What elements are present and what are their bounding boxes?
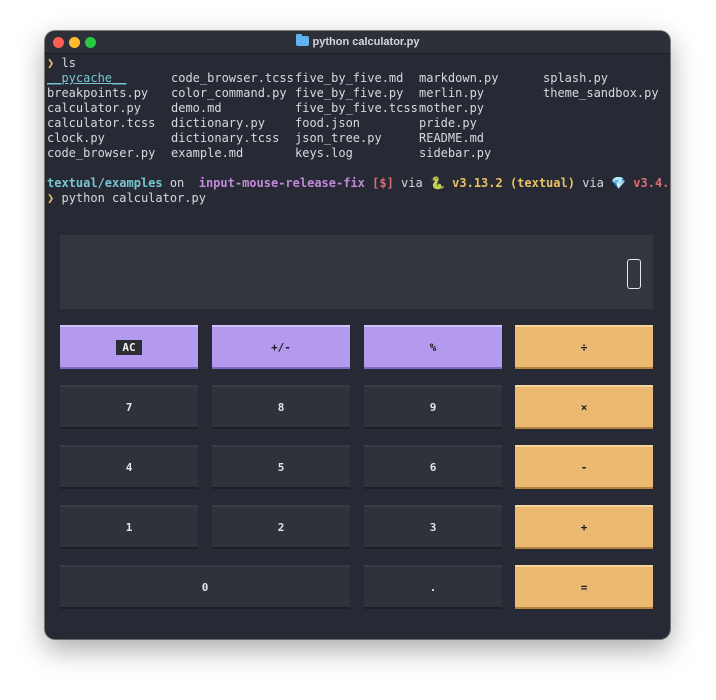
digit-3-button[interactable]: 3 (364, 505, 502, 549)
python-version: v3.13.2 (textual) (452, 176, 575, 190)
current-directory: textual/examples (47, 176, 163, 190)
ls-entry: clock.py (47, 131, 105, 145)
status-via-text: via (393, 176, 430, 190)
ls-entry: keys.log (295, 146, 353, 160)
plus-minus-button[interactable]: +/- (212, 325, 350, 369)
git-branch: input-mouse-release-fix (198, 176, 365, 190)
ls-entry: pride.py (419, 116, 477, 130)
ls-entry: breakpoints.py (47, 86, 149, 100)
calculator-display (60, 235, 653, 309)
digit-5-button[interactable]: 5 (212, 445, 350, 489)
divide-button[interactable]: ÷ (515, 325, 653, 369)
ls-entry: five_by_five.py (295, 86, 404, 100)
git-status: [$] (372, 176, 394, 190)
ls-entry: dictionary.tcss (171, 131, 280, 145)
status-on-text: on (162, 176, 192, 190)
plus-button[interactable]: + (515, 505, 653, 549)
digit-1-button[interactable]: 1 (60, 505, 198, 549)
digit-7-button[interactable]: 7 (60, 385, 198, 429)
ac-button-label: AC (116, 339, 142, 355)
text-cursor (627, 259, 641, 289)
ls-entry: calculator.py (47, 101, 141, 115)
ls-entry: mother.py (419, 101, 485, 115)
python-icon: 🐍 (429, 176, 445, 190)
folder-icon (295, 34, 309, 46)
ls-entry: markdown.py (419, 71, 499, 85)
command-text: python calculator.py (61, 191, 206, 205)
ls-entry: five_by_five.tcss (295, 101, 418, 115)
ls-entry: code_browser.py (47, 146, 156, 160)
ls-entry: README.md (419, 131, 485, 145)
ls-entry: splash.py (543, 71, 609, 85)
status-via-text: via (574, 176, 612, 190)
prompt-icon: ❯ (47, 191, 55, 205)
terminal-window: python calculator.py ❯ ls __pycache__ br… (45, 31, 670, 639)
decimal-button[interactable]: . (364, 565, 502, 609)
ls-entry: color_command.py (171, 86, 287, 100)
command-line-ls: ❯ ls (47, 56, 76, 71)
prompt-icon: ❯ (47, 56, 55, 70)
percent-button[interactable]: % (364, 325, 502, 369)
ls-entry: five_by_five.md (295, 71, 404, 85)
ls-entry: code_browser.tcss (171, 71, 294, 85)
ls-entry: json_tree.py (295, 131, 382, 145)
ls-entry: sidebar.py (419, 146, 492, 160)
title-bar: python calculator.py (45, 31, 670, 54)
digit-8-button[interactable]: 8 (212, 385, 350, 429)
equals-button[interactable]: = (515, 565, 653, 609)
ac-button[interactable]: AC (60, 325, 198, 369)
ls-entry: calculator.tcss (47, 116, 156, 130)
ls-entry: dictionary.py (171, 116, 265, 130)
calculator-app: AC +/- % ÷ 7 8 9 × 4 5 6 - 1 2 3 + 0 . = (45, 221, 670, 639)
ls-entry: merlin.py (419, 86, 485, 100)
ruby-version: v3.4.1 (633, 176, 670, 190)
command-line-python: ❯ python calculator.py (47, 191, 206, 206)
window-title-text: python calculator.py (312, 36, 420, 48)
ls-entry: example.md (171, 146, 244, 160)
ruby-icon: 💎 (611, 176, 627, 190)
ls-entry: __pycache__ (47, 71, 127, 85)
digit-0-button[interactable]: 0 (60, 565, 350, 609)
command-text: ls (61, 56, 76, 70)
ls-entry: demo.md (171, 101, 222, 115)
ls-entry: food.json (295, 116, 361, 130)
digit-9-button[interactable]: 9 (364, 385, 502, 429)
shell-status-line: textual/examples on input-mouse-release-… (47, 176, 670, 191)
ls-entry: theme_sandbox.py (543, 86, 659, 100)
digit-4-button[interactable]: 4 (60, 445, 198, 489)
window-title: python calculator.py (45, 31, 670, 53)
digit-6-button[interactable]: 6 (364, 445, 502, 489)
minus-button[interactable]: - (515, 445, 653, 489)
digit-2-button[interactable]: 2 (212, 505, 350, 549)
multiply-button[interactable]: × (515, 385, 653, 429)
